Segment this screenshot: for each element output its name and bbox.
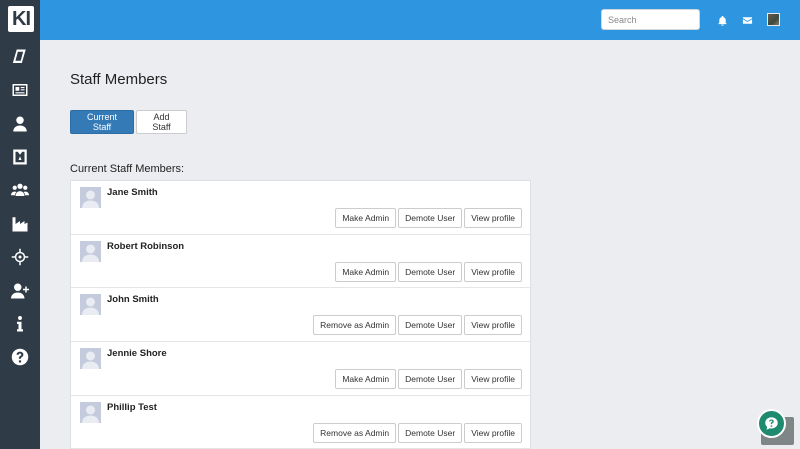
sidebar-item-book[interactable] xyxy=(8,45,32,69)
demote-user-button[interactable]: Demote User xyxy=(398,208,463,228)
demote-user-button[interactable]: Demote User xyxy=(398,261,463,282)
avatar xyxy=(80,294,101,316)
avatar xyxy=(80,187,101,208)
user-avatar[interactable] xyxy=(767,13,780,26)
bell-icon xyxy=(717,15,727,26)
member-actions: Make Admin Demote User View profile xyxy=(335,261,522,282)
view-profile-button[interactable]: View profile xyxy=(464,369,522,390)
staff-list: Jane Smith Make Admin Demote User View p… xyxy=(70,180,531,449)
factory-icon xyxy=(12,217,28,232)
member-actions: Make Admin Demote User View profile xyxy=(335,369,522,390)
view-profile-button[interactable]: View profile xyxy=(464,208,522,228)
question-circle-icon xyxy=(11,348,29,366)
list-item: Jane Smith Make Admin Demote User View p… xyxy=(71,181,530,235)
user-plus-icon xyxy=(11,283,29,299)
sidebar-item-target[interactable] xyxy=(8,245,32,269)
sidebar-item-news[interactable] xyxy=(8,78,32,102)
messages-button[interactable] xyxy=(740,13,754,27)
envelope-icon xyxy=(742,16,752,24)
list-item: John Smith Remove as Admin Demote User V… xyxy=(71,288,530,343)
member-name: Jennie Shore xyxy=(107,348,167,360)
sidebar-item-factory[interactable] xyxy=(8,212,32,236)
users-icon xyxy=(11,183,29,196)
sidebar: KI xyxy=(0,0,40,449)
user-icon xyxy=(13,116,27,132)
sidebar-item-info[interactable] xyxy=(8,312,32,336)
crosshairs-icon xyxy=(11,248,29,266)
sidebar-item-badge[interactable] xyxy=(8,145,32,169)
view-profile-button[interactable]: View profile xyxy=(464,315,522,336)
member-name: Jane Smith xyxy=(107,187,158,198)
avatar xyxy=(80,348,101,370)
newspaper-icon xyxy=(12,84,28,96)
demote-user-button[interactable]: Demote User xyxy=(398,422,463,443)
sidebar-item-help[interactable] xyxy=(8,345,32,369)
list-item: Phillip Test Remove as Admin Demote User… xyxy=(71,396,530,449)
view-profile-button[interactable]: View profile xyxy=(464,261,522,282)
sidebar-item-add-user[interactable] xyxy=(8,279,32,303)
demote-user-button[interactable]: Demote User xyxy=(398,315,463,336)
default-avatar-icon xyxy=(80,401,101,423)
default-avatar-icon xyxy=(80,348,101,370)
help-chat-button[interactable] xyxy=(757,409,786,438)
notifications-button[interactable] xyxy=(715,13,729,27)
info-icon xyxy=(17,316,23,332)
admin-toggle-button[interactable]: Remove as Admin xyxy=(313,422,397,443)
default-avatar-icon xyxy=(80,294,101,316)
list-item: Jennie Shore Make Admin Demote User View… xyxy=(71,342,530,396)
admin-toggle-button[interactable]: Make Admin xyxy=(335,208,397,228)
member-name: Phillip Test xyxy=(107,401,157,413)
tab-current-staff[interactable]: Current Staff xyxy=(70,110,134,134)
avatar xyxy=(80,401,101,423)
member-name: Robert Robinson xyxy=(107,240,185,252)
avatar xyxy=(80,240,101,262)
demote-user-button[interactable]: Demote User xyxy=(398,369,463,390)
sidebar-item-profile[interactable] xyxy=(8,112,32,136)
view-profile-button[interactable]: View profile xyxy=(464,422,522,443)
app-logo[interactable]: KI xyxy=(8,6,34,32)
sidebar-item-team[interactable] xyxy=(8,178,32,202)
member-name: John Smith xyxy=(107,294,159,306)
member-actions: Remove as Admin Demote User View profile xyxy=(313,422,522,443)
top-bar xyxy=(40,0,800,40)
badge-icon xyxy=(13,149,27,165)
tab-add-staff[interactable]: Add Staff xyxy=(136,110,187,134)
chat-question-icon xyxy=(765,417,778,430)
list-item: Robert Robinson Make Admin Demote User V… xyxy=(71,235,530,289)
admin-toggle-button[interactable]: Remove as Admin xyxy=(313,315,397,336)
member-actions: Make Admin Demote User View profile xyxy=(335,208,522,228)
section-label: Current Staff Members: xyxy=(70,163,185,175)
admin-toggle-button[interactable]: Make Admin xyxy=(335,369,397,390)
book-icon xyxy=(12,49,26,63)
page-title: Staff Members xyxy=(70,71,168,88)
logo-text: KI xyxy=(12,7,31,30)
default-avatar-icon xyxy=(80,240,101,262)
admin-toggle-button[interactable]: Make Admin xyxy=(335,261,397,282)
search-input[interactable] xyxy=(601,9,700,30)
default-avatar-icon xyxy=(80,187,101,208)
member-actions: Remove as Admin Demote User View profile xyxy=(313,315,522,336)
